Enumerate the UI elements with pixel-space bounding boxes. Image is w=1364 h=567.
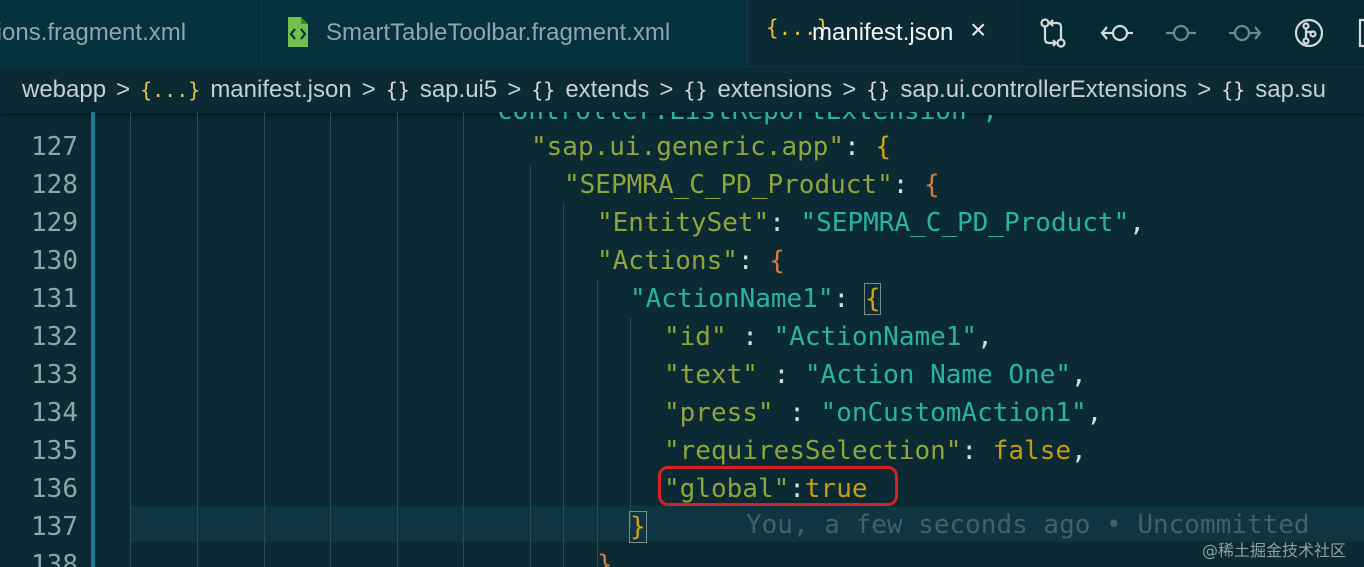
line-text: "press" : "onCustomAction1", xyxy=(664,398,1103,428)
breadcrumb-item-sap-ui5[interactable]: {} sap.ui5 xyxy=(386,76,497,104)
breadcrumb-item-sap-su[interactable]: {} sap.su xyxy=(1221,76,1326,104)
line-text: "text" : "Action Name One", xyxy=(664,360,1087,390)
object-braces-icon: {} xyxy=(1221,78,1246,102)
code-line: 131 "ActionName1": { xyxy=(0,280,1364,318)
line-number: 134 xyxy=(31,398,78,428)
chevron-right-icon: > xyxy=(842,76,857,103)
line-number: 129 xyxy=(31,208,78,238)
branch-graph-icon[interactable] xyxy=(1290,14,1328,52)
tab-label: SmartTableToolbar.fragment.xml xyxy=(326,19,671,46)
breadcrumb-item-extensions[interactable]: {} extensions xyxy=(683,76,832,104)
line-text: } xyxy=(629,511,647,543)
breadcrumb-label: extends xyxy=(565,76,650,103)
breadcrumb-item-webapp[interactable]: webapp xyxy=(22,76,106,104)
object-braces-icon: {} xyxy=(385,78,410,102)
line-number: 136 xyxy=(31,474,78,504)
breadcrumb-label: extensions xyxy=(717,76,833,103)
object-braces-icon: {} xyxy=(683,78,708,102)
object-braces-icon: {} xyxy=(531,78,556,102)
code-line: 133 "text" : "Action Name One", xyxy=(0,356,1364,394)
code-line: 127 "sap.ui.generic.app": { xyxy=(0,128,1364,166)
chevron-right-icon: > xyxy=(507,76,522,103)
code-line: 138 }, xyxy=(0,546,1364,567)
xml-file-icon xyxy=(286,16,310,55)
line-number: 131 xyxy=(31,284,78,314)
breadcrumb: webapp > {...} manifest.json > {} sap.ui… xyxy=(0,66,1364,113)
tab-label: manifest.json xyxy=(812,19,954,46)
tab-manifest-json[interactable]: {...} manifest.json × xyxy=(748,0,1020,66)
go-forward-icon[interactable] xyxy=(1226,14,1264,52)
json-braces-icon: {...} xyxy=(140,78,201,102)
chevron-right-icon: > xyxy=(116,76,131,103)
annotation-highlight-box xyxy=(658,466,898,506)
line-text: "SEPMRA_C_PD_Product": { xyxy=(564,170,940,200)
object-braces-icon: {} xyxy=(866,78,891,102)
line-number: 127 xyxy=(31,132,78,162)
tab-label: tions.fragment.xml xyxy=(0,19,187,46)
line-text: "Actions": { xyxy=(597,246,785,276)
chevron-right-icon: > xyxy=(659,76,674,103)
line-text: }, xyxy=(597,550,629,567)
breadcrumb-label: sap.ui5 xyxy=(419,76,498,103)
watermark: @稀土掘金技术社区 xyxy=(1201,541,1346,560)
line-number: 137 xyxy=(31,512,78,542)
line-text: "requiresSelection": false, xyxy=(664,436,1087,466)
line-number: 132 xyxy=(31,322,78,352)
breadcrumb-label: manifest.json xyxy=(210,76,352,103)
breadcrumb-item-manifest[interactable]: {...} manifest.json xyxy=(140,76,352,104)
chevron-right-icon: > xyxy=(361,76,376,103)
breadcrumb-item-controller-extensions[interactable]: {} sap.ui.controllerExtensions xyxy=(866,76,1187,104)
line-text: "EntitySet": "SEPMRA_C_PD_Product", xyxy=(597,208,1145,238)
code-line: 129 "EntitySet": "SEPMRA_C_PD_Product", xyxy=(0,204,1364,242)
line-text: "ActionName1": { xyxy=(630,283,882,315)
code-line: 134 "press" : "onCustomAction1", xyxy=(0,394,1364,432)
compare-changes-icon[interactable] xyxy=(1034,14,1072,52)
code-line: 135 "requiresSelection": false, xyxy=(0,432,1364,470)
editor-tab-bar: tions.fragment.xml SmartTableToolbar.fra… xyxy=(0,0,1364,66)
line-text: "id" : "ActionName1", xyxy=(664,322,993,352)
line-text: "sap.ui.generic.app": { xyxy=(531,132,892,162)
tab-fragment-xml[interactable]: tions.fragment.xml xyxy=(0,0,262,66)
code-line: 130 "Actions": { xyxy=(0,242,1364,280)
tab-smarttable-toolbar[interactable]: SmartTableToolbar.fragment.xml xyxy=(262,0,748,66)
code-line: 132 "id" : "ActionName1", xyxy=(0,318,1364,356)
line-number: 133 xyxy=(31,360,78,390)
breadcrumb-item-extends[interactable]: {} extends xyxy=(531,76,649,104)
line-number: 130 xyxy=(31,246,78,276)
code-line: 128 "SEPMRA_C_PD_Product": { xyxy=(0,166,1364,204)
breadcrumb-label: sap.su xyxy=(1255,76,1327,103)
chevron-right-icon: > xyxy=(1197,76,1212,103)
go-back-icon[interactable] xyxy=(1098,14,1136,52)
split-editor-icon[interactable] xyxy=(1354,14,1364,52)
line-number: 138 xyxy=(31,550,78,567)
line-number: 128 xyxy=(31,170,78,200)
line-number: 135 xyxy=(31,436,78,466)
breadcrumb-label: webapp xyxy=(22,76,107,103)
commit-icon[interactable] xyxy=(1162,14,1200,52)
close-icon[interactable]: × xyxy=(970,14,986,46)
breadcrumb-label: sap.ui.controllerExtensions xyxy=(900,76,1188,103)
